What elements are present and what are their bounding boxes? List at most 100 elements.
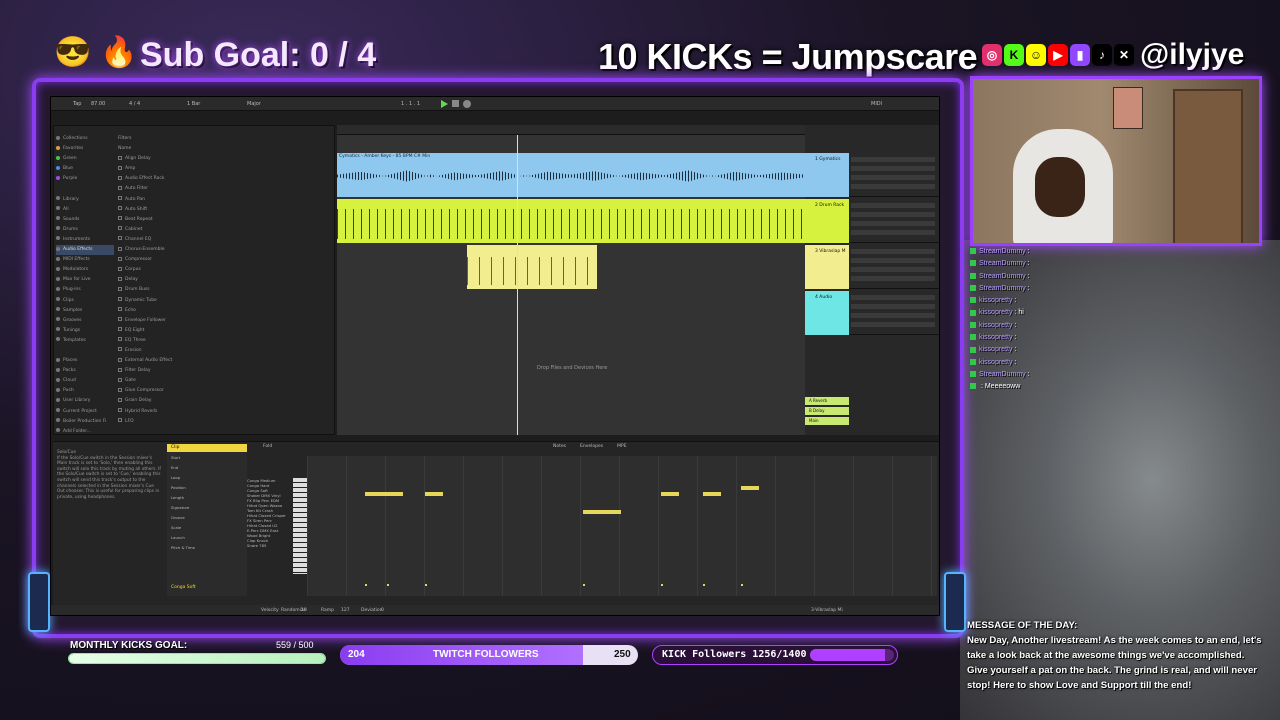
browser-category[interactable]: Cloud [56,376,114,386]
drum-clip[interactable] [337,199,805,243]
browser-category[interactable]: Sounds [56,215,114,225]
midi-note[interactable] [425,492,443,496]
status-field[interactable]: 10 [301,608,307,613]
browser-item[interactable]: EQ Three [118,336,330,346]
return-b[interactable]: B Delay [805,407,849,415]
browser-item[interactable]: Dynamic Tube [118,296,330,306]
return-a[interactable]: A Reverb [805,397,849,405]
browser-item[interactable]: Auto Shift [118,205,330,215]
audio-clip[interactable]: Cymatics - Amber Keys - 85 BPM C# Min [337,153,805,197]
chat-username[interactable]: StreamDummy [979,285,1026,292]
browser-item[interactable]: Filter Delay [118,366,330,376]
time-signature[interactable]: 4 / 4 [129,101,140,107]
browser-item[interactable]: LFO [118,417,330,427]
browser-category[interactable]: Blue [56,164,114,174]
chat-username[interactable]: kissopretty [979,322,1012,329]
track-controls-1[interactable] [851,157,935,193]
record-button[interactable] [463,100,471,108]
browser-category[interactable]: Green [56,154,114,164]
browser-category[interactable]: All [56,205,114,215]
song-position[interactable]: 1 . 1 . 1 [401,101,420,107]
browser-item[interactable]: Drum Buss [118,285,330,295]
browser-category[interactable]: User Library [56,396,114,406]
track-name-3[interactable]: 3 Vibraslap M [815,249,846,254]
key-menu[interactable]: Major [247,101,261,107]
browser-item[interactable]: Auto Filter [118,184,330,194]
browser-category[interactable]: Packs [56,366,114,376]
vibraslap-clip[interactable] [467,245,597,289]
midi-note[interactable] [703,492,721,496]
browser-item[interactable]: EQ Eight [118,326,330,336]
track-controls-2[interactable] [851,203,935,239]
track-name-1[interactable]: 1 Gymatics [815,157,840,162]
stop-button[interactable] [452,100,459,107]
chat-username[interactable]: StreamDummy [979,273,1026,280]
browser-category[interactable]: Clips [56,296,114,306]
midi-note[interactable] [741,486,759,490]
velocity-marker[interactable] [583,584,585,586]
velocity-marker[interactable] [365,584,367,586]
track-header-3[interactable]: 3 Vibraslap M [805,245,939,289]
fold-button[interactable]: Fold [263,444,272,449]
track-name-4[interactable]: 4 Audio [815,295,832,300]
play-button[interactable] [441,100,448,108]
browser-item[interactable]: Cabinet [118,225,330,235]
browser-category[interactable] [56,184,114,194]
browser-item[interactable]: Compressor [118,255,330,265]
status-field[interactable]: Ramp [321,608,334,613]
browser-item[interactable]: Envelope Follower [118,316,330,326]
tab-notes[interactable]: Notes [553,444,566,449]
status-field[interactable]: Velocity [261,608,279,613]
midi-note[interactable] [661,492,679,496]
velocity-marker[interactable] [425,584,427,586]
track-header-4[interactable]: 4 Audio [805,291,939,335]
browser-item[interactable]: Gate [118,376,330,386]
browser-item[interactable]: Hybrid Reverb [118,407,330,417]
browser-category[interactable]: Audio Effects [56,245,114,256]
browser-category[interactable]: Places [56,356,114,366]
arrangement-view[interactable]: Cymatics - Amber Keys - 85 BPM C# Min Dr… [337,125,805,435]
tempo-value[interactable]: 87.00 [91,101,105,107]
browser-category[interactable]: Current Project [56,407,114,417]
velocity-marker[interactable] [703,584,705,586]
chat-username[interactable]: StreamDummy [979,248,1026,255]
browser-category[interactable]: Modulators [56,265,114,275]
browser-category[interactable]: Boiler Production Fi [56,417,114,427]
browser-item[interactable]: Echo [118,306,330,316]
browser-category[interactable]: Instruments [56,235,114,245]
browser-item[interactable]: Grain Delay [118,396,330,406]
browser-category[interactable] [56,346,114,356]
timeline-ruler[interactable] [337,125,805,135]
status-field[interactable]: Deviation [361,608,383,613]
chat-username[interactable]: kissopretty [979,334,1012,341]
track-name-2[interactable]: 2 Drum Rack [815,203,844,208]
filters-label[interactable]: Filters [118,134,330,144]
browser-item[interactable]: Auto Pan [118,195,330,205]
browser-item[interactable]: Amp [118,164,330,174]
midi-note[interactable] [583,510,621,514]
quantize-menu[interactable]: 1 Bar [187,101,200,107]
browser-category[interactable]: Max for Live [56,275,114,285]
browser-category[interactable]: Samples [56,306,114,316]
chat-username[interactable]: kissopretty [979,346,1012,353]
main-track[interactable]: Main [805,417,849,425]
browser-category[interactable]: Plug-ins [56,285,114,295]
tab-envelopes[interactable]: Envelopes [580,444,603,449]
track-header-2[interactable]: 2 Drum Rack [805,199,939,243]
status-field[interactable]: 127 [341,608,350,613]
browser-category[interactable]: Add Folder... [56,427,114,437]
browser-category[interactable]: Purple [56,174,114,184]
browser-item[interactable]: Delay [118,275,330,285]
browser-item[interactable]: Beat Repeat [118,215,330,225]
browser-item[interactable]: Corpus [118,265,330,275]
track-controls-3[interactable] [851,249,935,285]
browser-category[interactable]: Collections [56,134,114,144]
velocity-marker[interactable] [661,584,663,586]
track-header-1[interactable]: 1 Gymatics [805,153,939,197]
chat-username[interactable]: kissopretty [979,309,1012,316]
browser-category[interactable]: Push [56,386,114,396]
chat-username[interactable]: StreamDummy [979,260,1026,267]
browser-item[interactable]: Align Delay [118,154,330,164]
velocity-marker[interactable] [741,584,743,586]
browser-category[interactable]: MIDI Effects [56,255,114,265]
